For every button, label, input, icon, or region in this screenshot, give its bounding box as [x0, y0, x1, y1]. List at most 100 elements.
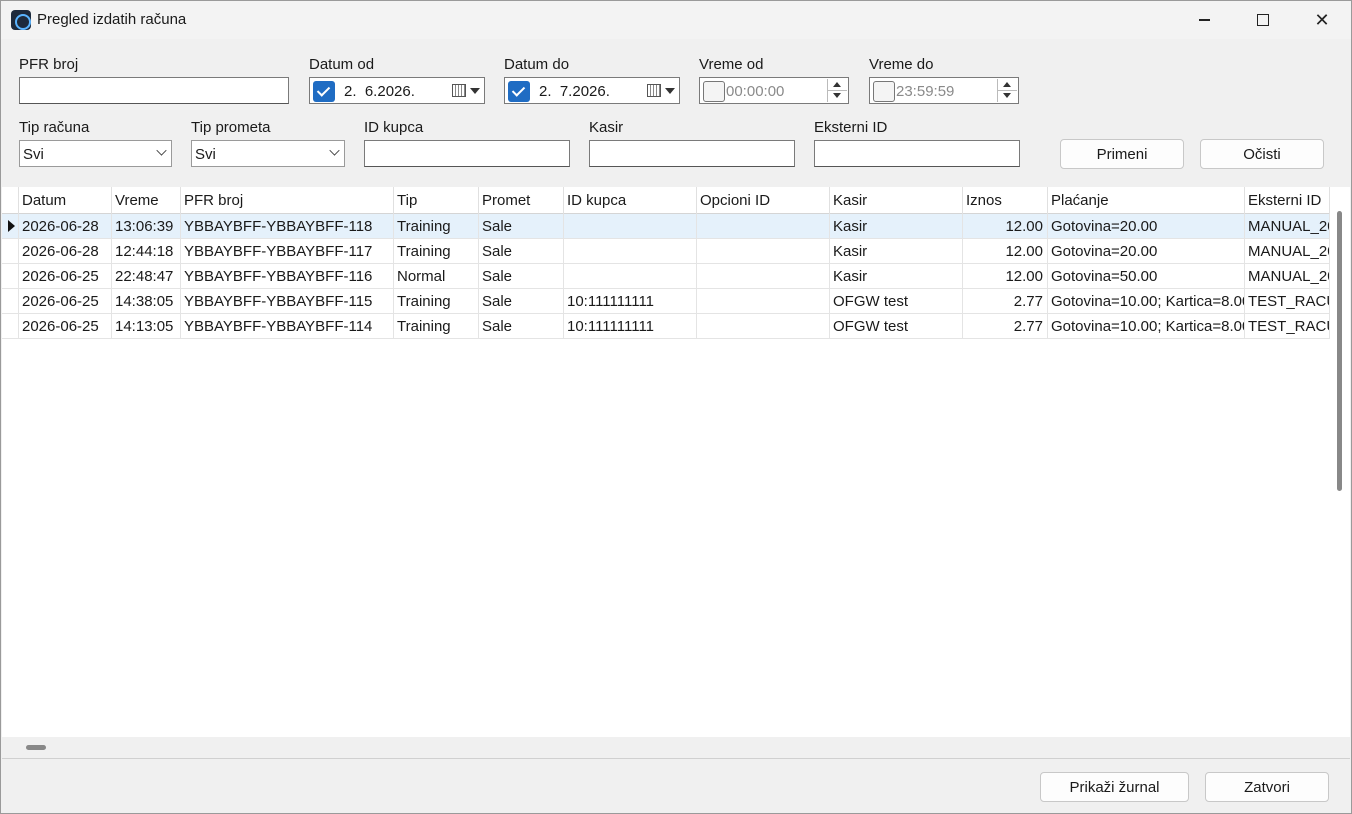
- table-cell-kasir[interactable]: Kasir: [830, 214, 963, 239]
- table-cell-pfr[interactable]: YBBAYBFF-YBBAYBFF-117: [181, 239, 394, 264]
- table-cell-iznos[interactable]: 12.00: [963, 264, 1048, 289]
- row-header[interactable]: [2, 314, 19, 339]
- table-cell-id-kupca[interactable]: 10:111111111: [564, 314, 697, 339]
- pfr-input[interactable]: [19, 77, 289, 104]
- table-cell-iznos[interactable]: 2.77: [963, 289, 1048, 314]
- table-cell-kasir[interactable]: OFGW test: [830, 314, 963, 339]
- vreme-od-spinner[interactable]: [827, 79, 847, 102]
- table-cell-kasir[interactable]: Kasir: [830, 264, 963, 289]
- table-cell-eksterni-id[interactable]: TEST_RACUN: [1245, 314, 1330, 339]
- table-cell-promet[interactable]: Sale: [479, 314, 564, 339]
- table-cell-eksterni-id[interactable]: MANUAL_20: [1245, 264, 1330, 289]
- table-cell-placanje[interactable]: Gotovina=20.00: [1048, 239, 1245, 264]
- table-cell-id-kupca[interactable]: [564, 214, 697, 239]
- datum-do-picker[interactable]: 2. 7.2026.: [504, 77, 680, 104]
- datum-do-checkbox[interactable]: [508, 81, 530, 102]
- table-cell-pfr[interactable]: YBBAYBFF-YBBAYBFF-116: [181, 264, 394, 289]
- table-cell-id-kupca[interactable]: 10:111111111: [564, 289, 697, 314]
- vreme-od-picker[interactable]: 00:00:00: [699, 77, 849, 104]
- table-cell-tip[interactable]: Training: [394, 289, 479, 314]
- table-cell-vreme[interactable]: 13:06:39: [112, 214, 181, 239]
- table-cell-opcioni-id[interactable]: [697, 239, 830, 264]
- table-cell-vreme[interactable]: 14:13:05: [112, 314, 181, 339]
- table-cell-vreme[interactable]: 14:38:05: [112, 289, 181, 314]
- table-cell-promet[interactable]: Sale: [479, 289, 564, 314]
- table-cell-eksterni-id[interactable]: MANUAL_20: [1245, 239, 1330, 264]
- table-row[interactable]: 2026-06-25 14:13:05 YBBAYBFF-YBBAYBFF-114 T…: [2, 314, 1338, 339]
- table-cell-tip[interactable]: Training: [394, 214, 479, 239]
- horizontal-scrollbar[interactable]: [2, 737, 1330, 757]
- table-cell-tip[interactable]: Training: [394, 239, 479, 264]
- table-cell-datum[interactable]: 2026-06-25: [19, 289, 112, 314]
- apply-button[interactable]: Primeni: [1060, 139, 1184, 169]
- table-cell-pfr[interactable]: YBBAYBFF-YBBAYBFF-115: [181, 289, 394, 314]
- spin-down-icon[interactable]: [1003, 93, 1011, 98]
- table-cell-eksterni-id[interactable]: TEST_RACUN: [1245, 289, 1330, 314]
- table-cell-opcioni-id[interactable]: [697, 289, 830, 314]
- id-kupca-input[interactable]: [364, 140, 570, 167]
- table-cell-datum[interactable]: 2026-06-25: [19, 264, 112, 289]
- column-header[interactable]: Vreme: [112, 187, 181, 214]
- vreme-do-spinner[interactable]: [997, 79, 1017, 102]
- dropdown-arrow-icon[interactable]: [665, 88, 675, 94]
- table-cell-iznos[interactable]: 12.00: [963, 239, 1048, 264]
- column-header[interactable]: ID kupca: [564, 187, 697, 214]
- column-header[interactable]: Promet: [479, 187, 564, 214]
- row-header[interactable]: [2, 264, 19, 289]
- vertical-scrollbar[interactable]: [1330, 187, 1350, 737]
- maximize-button[interactable]: [1234, 1, 1292, 39]
- table-cell-tip[interactable]: Normal: [394, 264, 479, 289]
- table-cell-vreme[interactable]: 12:44:18: [112, 239, 181, 264]
- vreme-od-checkbox[interactable]: [703, 81, 725, 102]
- spin-up-icon[interactable]: [1003, 82, 1011, 87]
- row-header[interactable]: [2, 214, 19, 239]
- datum-od-checkbox[interactable]: [313, 81, 335, 102]
- row-header[interactable]: [2, 239, 19, 264]
- tip-racuna-select[interactable]: Svi: [19, 140, 172, 167]
- table-row[interactable]: 2026-06-28 12:44:18 YBBAYBFF-YBBAYBFF-117 T…: [2, 239, 1338, 264]
- table-cell-placanje[interactable]: Gotovina=50.00: [1048, 264, 1245, 289]
- table-cell-opcioni-id[interactable]: [697, 314, 830, 339]
- close-window-button[interactable]: ✕: [1293, 1, 1351, 39]
- spin-down-icon[interactable]: [833, 93, 841, 98]
- table-cell-kasir[interactable]: OFGW test: [830, 289, 963, 314]
- column-header[interactable]: Opcioni ID: [697, 187, 830, 214]
- clear-button[interactable]: Očisti: [1200, 139, 1324, 169]
- vreme-do-picker[interactable]: 23:59:59: [869, 77, 1019, 104]
- table-cell-iznos[interactable]: 12.00: [963, 214, 1048, 239]
- table-cell-promet[interactable]: Sale: [479, 264, 564, 289]
- dropdown-arrow-icon[interactable]: [470, 88, 480, 94]
- close-button[interactable]: Zatvori: [1205, 772, 1329, 802]
- table-cell-opcioni-id[interactable]: [697, 214, 830, 239]
- table-cell-id-kupca[interactable]: [564, 264, 697, 289]
- table-cell-datum[interactable]: 2026-06-28: [19, 214, 112, 239]
- table-cell-datum[interactable]: 2026-06-25: [19, 314, 112, 339]
- calendar-icon[interactable]: [647, 84, 661, 97]
- table-cell-vreme[interactable]: 22:48:47: [112, 264, 181, 289]
- horizontal-scroll-thumb[interactable]: [26, 745, 46, 750]
- spin-up-icon[interactable]: [833, 82, 841, 87]
- table-row[interactable]: 2026-06-25 22:48:47 YBBAYBFF-YBBAYBFF-116 N…: [2, 264, 1338, 289]
- table-cell-promet[interactable]: Sale: [479, 239, 564, 264]
- column-header[interactable]: Kasir: [830, 187, 963, 214]
- vreme-do-checkbox[interactable]: [873, 81, 895, 102]
- table-cell-placanje[interactable]: Gotovina=20.00: [1048, 214, 1245, 239]
- table-cell-iznos[interactable]: 2.77: [963, 314, 1048, 339]
- tip-prometa-select[interactable]: Svi: [191, 140, 345, 167]
- table-cell-promet[interactable]: Sale: [479, 214, 564, 239]
- table-row[interactable]: 2026-06-28 13:06:39 YBBAYBFF-YBBAYBFF-118 T…: [2, 214, 1338, 239]
- table-cell-placanje[interactable]: Gotovina=10.00; Kartica=8.00: [1048, 289, 1245, 314]
- table-cell-eksterni-id[interactable]: MANUAL_20: [1245, 214, 1330, 239]
- table-cell-pfr[interactable]: YBBAYBFF-YBBAYBFF-118: [181, 214, 394, 239]
- table-cell-kasir[interactable]: Kasir: [830, 239, 963, 264]
- eksterni-id-input[interactable]: [814, 140, 1020, 167]
- calendar-icon[interactable]: [452, 84, 466, 97]
- table-cell-opcioni-id[interactable]: [697, 264, 830, 289]
- kasir-input[interactable]: [589, 140, 795, 167]
- column-header[interactable]: Datum: [19, 187, 112, 214]
- column-header[interactable]: Iznos: [963, 187, 1048, 214]
- table-cell-placanje[interactable]: Gotovina=10.00; Kartica=8.00: [1048, 314, 1245, 339]
- table-cell-datum[interactable]: 2026-06-28: [19, 239, 112, 264]
- datum-od-picker[interactable]: 2. 6.2026.: [309, 77, 485, 104]
- receipts-grid[interactable]: Datum Vreme PFR broj Tip Promet ID kupca…: [2, 187, 1350, 757]
